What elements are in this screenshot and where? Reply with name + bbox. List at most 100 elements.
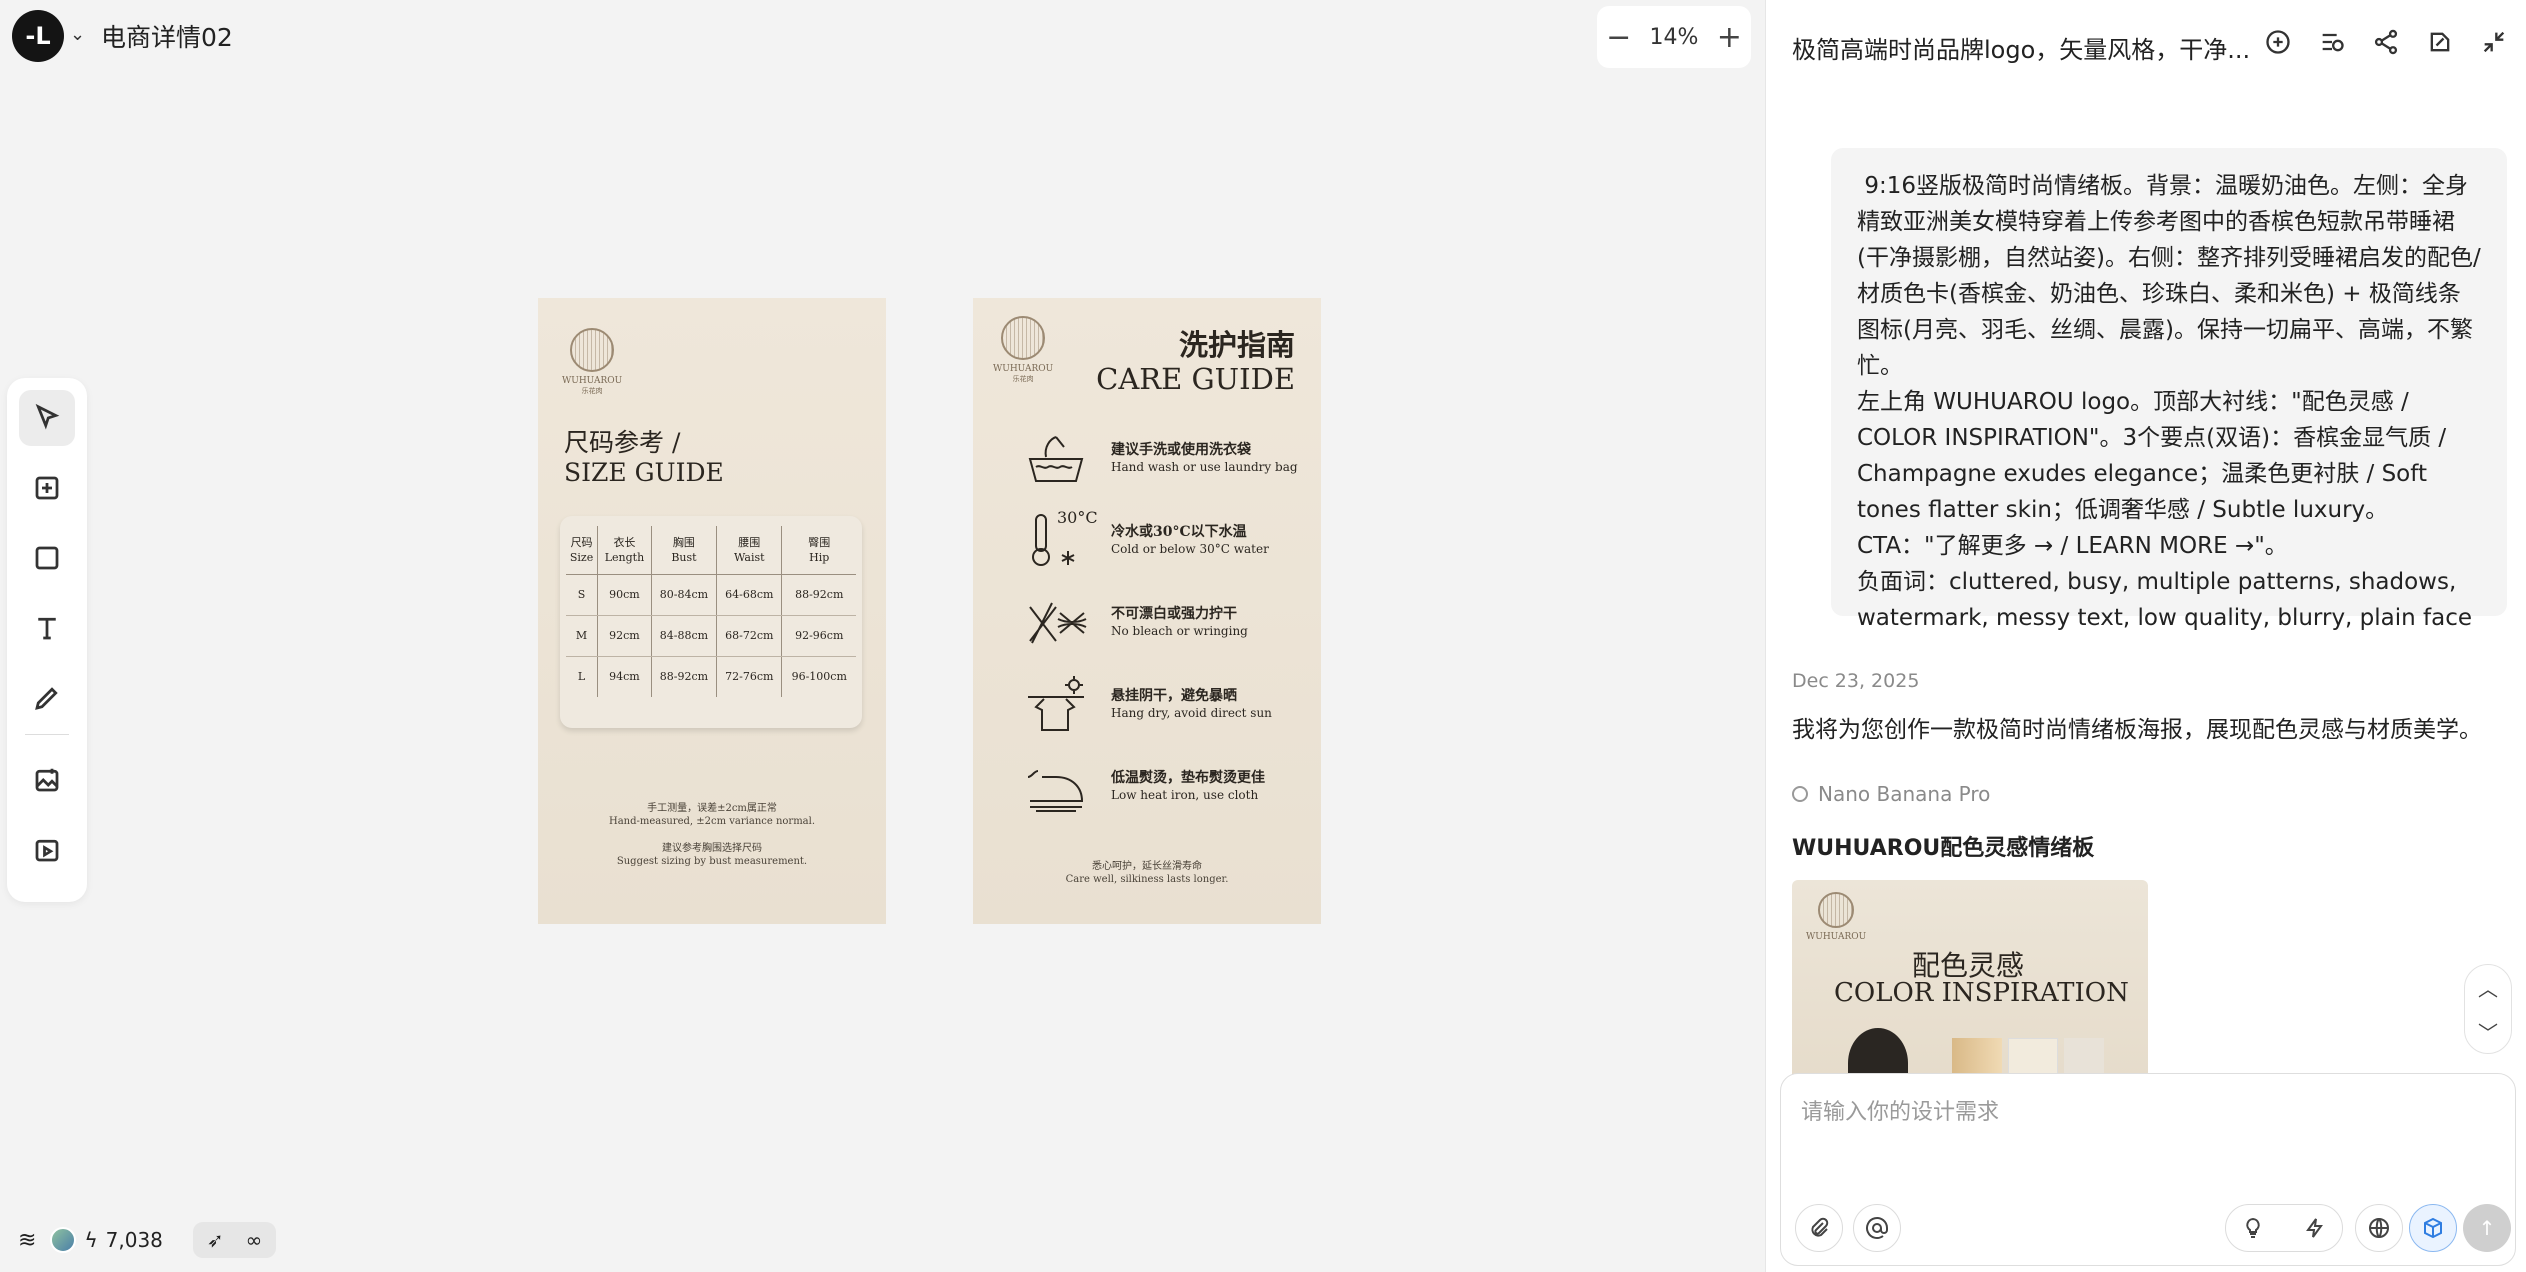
measure-note: 手工测量，误差±2cm属正常 Hand-measured, ±2cm varian… xyxy=(608,803,816,827)
assistant-reply: 我将为您创作一款极简时尚情绪板海报，展现配色灵感与材质美学。 xyxy=(1792,717,2482,743)
square-icon xyxy=(35,546,59,570)
sizing-note: 建议参考胸围选择尺码 Suggest sizing by bust measure… xyxy=(616,843,808,867)
image-gen-button[interactable] xyxy=(19,752,75,808)
table-row: S 90cm 80-84cm 64-68cm 88-92cm xyxy=(566,574,856,616)
zoom-out-button[interactable]: − xyxy=(1606,20,1631,55)
scroll-up-icon[interactable]: ︿ xyxy=(2478,973,2498,1002)
mention-button[interactable] xyxy=(1853,1204,1901,1252)
cube-icon xyxy=(2424,1217,2442,1239)
brand-logo: WUHUAROU 乐花肉 xyxy=(993,316,1053,384)
care-title-en: CARE GUIDE xyxy=(1096,362,1295,396)
new-chat-icon[interactable] xyxy=(2264,28,2292,56)
size-title-en: SIZE GUIDE xyxy=(564,458,724,487)
care-item: 悬挂阴干，避免暴晒 Hang dry, avoid direct sun xyxy=(1021,672,1272,736)
col-header: 腰围 Waist xyxy=(716,526,782,575)
lightning-icon xyxy=(2306,1218,2323,1238)
credits[interactable]: ϟ 7,038 xyxy=(50,1227,163,1253)
model-icon xyxy=(1792,786,1808,802)
result-thumbnail[interactable]: WUHUAROU 配色灵感 COLOR INSPIRATION xyxy=(1792,880,2148,1075)
no-bleach-icon xyxy=(1021,590,1091,654)
cursor-icon xyxy=(35,403,60,430)
attach-button[interactable] xyxy=(1795,1204,1843,1252)
size-title-zh: 尺码参考 / xyxy=(564,428,681,457)
care-title-zh: 洗护指南 xyxy=(1178,328,1295,362)
export-icon[interactable] xyxy=(2426,28,2454,56)
care-item: 30°C 冷水或30°C以下水温 Cold or below 30°C water xyxy=(1021,508,1269,572)
chat-header-actions xyxy=(2264,28,2508,56)
toolbar-divider xyxy=(25,734,69,735)
web-search-button[interactable] xyxy=(2355,1204,2403,1252)
chevron-down-icon[interactable]: ⌄ xyxy=(70,24,85,45)
globe-icon xyxy=(2369,1218,2389,1238)
share-icon[interactable] xyxy=(2372,28,2400,56)
col-header: 胸围 Bust xyxy=(650,526,717,575)
brand-name: WUHUAROU xyxy=(993,364,1054,374)
size-guide-title: 尺码参考 / SIZE GUIDE xyxy=(564,428,724,488)
history-icon[interactable] xyxy=(2318,28,2346,56)
color-swatch xyxy=(2064,1038,2104,1075)
infinity-icon[interactable]: ∞ xyxy=(246,1228,263,1252)
app-logo[interactable]: -L xyxy=(12,10,64,62)
brand-seal-icon xyxy=(570,328,615,372)
plus-square-icon xyxy=(35,476,59,500)
fast-mode-button[interactable] xyxy=(2291,1204,2339,1252)
chat-title[interactable]: 极简高端时尚品牌logo，矢量风格，干净... xyxy=(1792,30,2250,65)
care-footer: 悉心呵护，延长丝滑寿命 Care well, silkiness lasts lo… xyxy=(1065,861,1229,885)
video-gen-button[interactable] xyxy=(19,822,75,878)
hang-dry-icon xyxy=(1021,672,1091,736)
thumb-title-en: COLOR INSPIRATION xyxy=(1834,978,2129,1008)
care-item: 建议手洗或使用洗衣袋 Hand wash or use laundry bag xyxy=(1021,426,1298,490)
size-table: 尺码 Size 衣长 Length 胸围 Bust 腰围 Waist 臀围 Hip S 90… xyxy=(566,526,856,697)
pen-icon xyxy=(35,687,58,710)
brand-seal-icon xyxy=(1001,316,1046,360)
color-swatch xyxy=(1952,1038,2002,1075)
pen-tool-button[interactable] xyxy=(19,670,75,726)
project-title[interactable]: 电商详情02 xyxy=(101,18,233,54)
table-row: L 94cm 88-92cm 72-76cm 96-100cm xyxy=(566,656,856,697)
select-tool-button[interactable] xyxy=(19,390,75,446)
send-button[interactable]: ↑ xyxy=(2463,1204,2511,1252)
care-guide-card[interactable]: WUHUAROU 乐花肉 洗护指南 CARE GUIDE 建议手洗或使用洗衣袋 H… xyxy=(973,298,1321,924)
zoom-in-button[interactable]: + xyxy=(1717,20,1742,55)
bottom-bar: ≋ ϟ 7,038 ➶ ∞ xyxy=(18,1222,277,1258)
user-prompt-message: 9:16竖版极简时尚情绪板。背景：温暖奶油色。左侧：全身精致亚洲美女模特穿着上传… xyxy=(1831,148,2507,631)
size-guide-card[interactable]: WUHUAROU 乐花肉 尺码参考 / SIZE GUIDE 尺码 Size 衣长… xyxy=(538,298,886,924)
care-guide-title: 洗护指南 CARE GUIDE xyxy=(1096,328,1295,396)
chat-input-box[interactable]: 请输入你的设计需求 ↑ xyxy=(1780,1073,2516,1266)
zoom-control: − 14% + xyxy=(1597,6,1751,68)
text-tool-button[interactable] xyxy=(19,600,75,656)
rectangle-tool-button[interactable] xyxy=(19,530,75,586)
add-tool-button[interactable] xyxy=(19,460,75,516)
image-sparkle-icon xyxy=(35,768,59,792)
scroll-down-icon[interactable]: ﹀ xyxy=(2478,1017,2498,1046)
size-table-panel: 尺码 Size 衣长 Length 胸围 Bust 腰围 Waist 臀围 Hip S 90… xyxy=(560,516,862,728)
hand-wash-icon xyxy=(1021,426,1091,490)
paperclip-icon xyxy=(1811,1217,1829,1237)
iron-icon xyxy=(1021,754,1091,818)
text-icon xyxy=(38,617,56,640)
temp-label: 30°C xyxy=(1057,508,1098,527)
3d-mode-button[interactable] xyxy=(2409,1204,2457,1252)
chat-input[interactable]: 请输入你的设计需求 xyxy=(1801,1094,1999,1126)
result-title: WUHUAROU配色灵感情绪板 xyxy=(1792,836,2095,861)
brand-logo: WUHUAROU 乐花肉 xyxy=(562,328,622,396)
arrow-up-icon: ↑ xyxy=(2478,1216,2496,1240)
credits-count: 7,038 xyxy=(105,1228,163,1252)
layers-icon[interactable]: ≋ xyxy=(18,1228,36,1253)
brand-name: WUHUAROU xyxy=(562,376,623,386)
table-row: M 92cm 84-88cm 68-72cm 92-96cm xyxy=(566,615,856,657)
mode-pill: ➶ ∞ xyxy=(192,1222,277,1258)
rocket-icon[interactable]: ➶ xyxy=(207,1228,224,1252)
video-sparkle-icon xyxy=(35,839,59,862)
idea-mode-button[interactable] xyxy=(2229,1204,2277,1252)
brand-logo: WUHUAROU xyxy=(1806,892,1866,942)
col-header: 臀围 Hip xyxy=(781,526,856,575)
canvas[interactable]: -L ⌄ 电商详情02 − 14% + ≋ ϟ 7,038 ➶ ∞ WUHUAR… xyxy=(0,0,1765,1272)
collapse-icon[interactable] xyxy=(2480,28,2508,56)
left-toolbar xyxy=(7,378,87,902)
col-header: 尺码 Size xyxy=(566,526,598,575)
color-swatch xyxy=(2008,1038,2058,1075)
brand-sub: 乐花肉 xyxy=(1012,375,1034,383)
lightning-icon: ϟ xyxy=(84,1228,98,1252)
zoom-level[interactable]: 14% xyxy=(1650,25,1699,50)
